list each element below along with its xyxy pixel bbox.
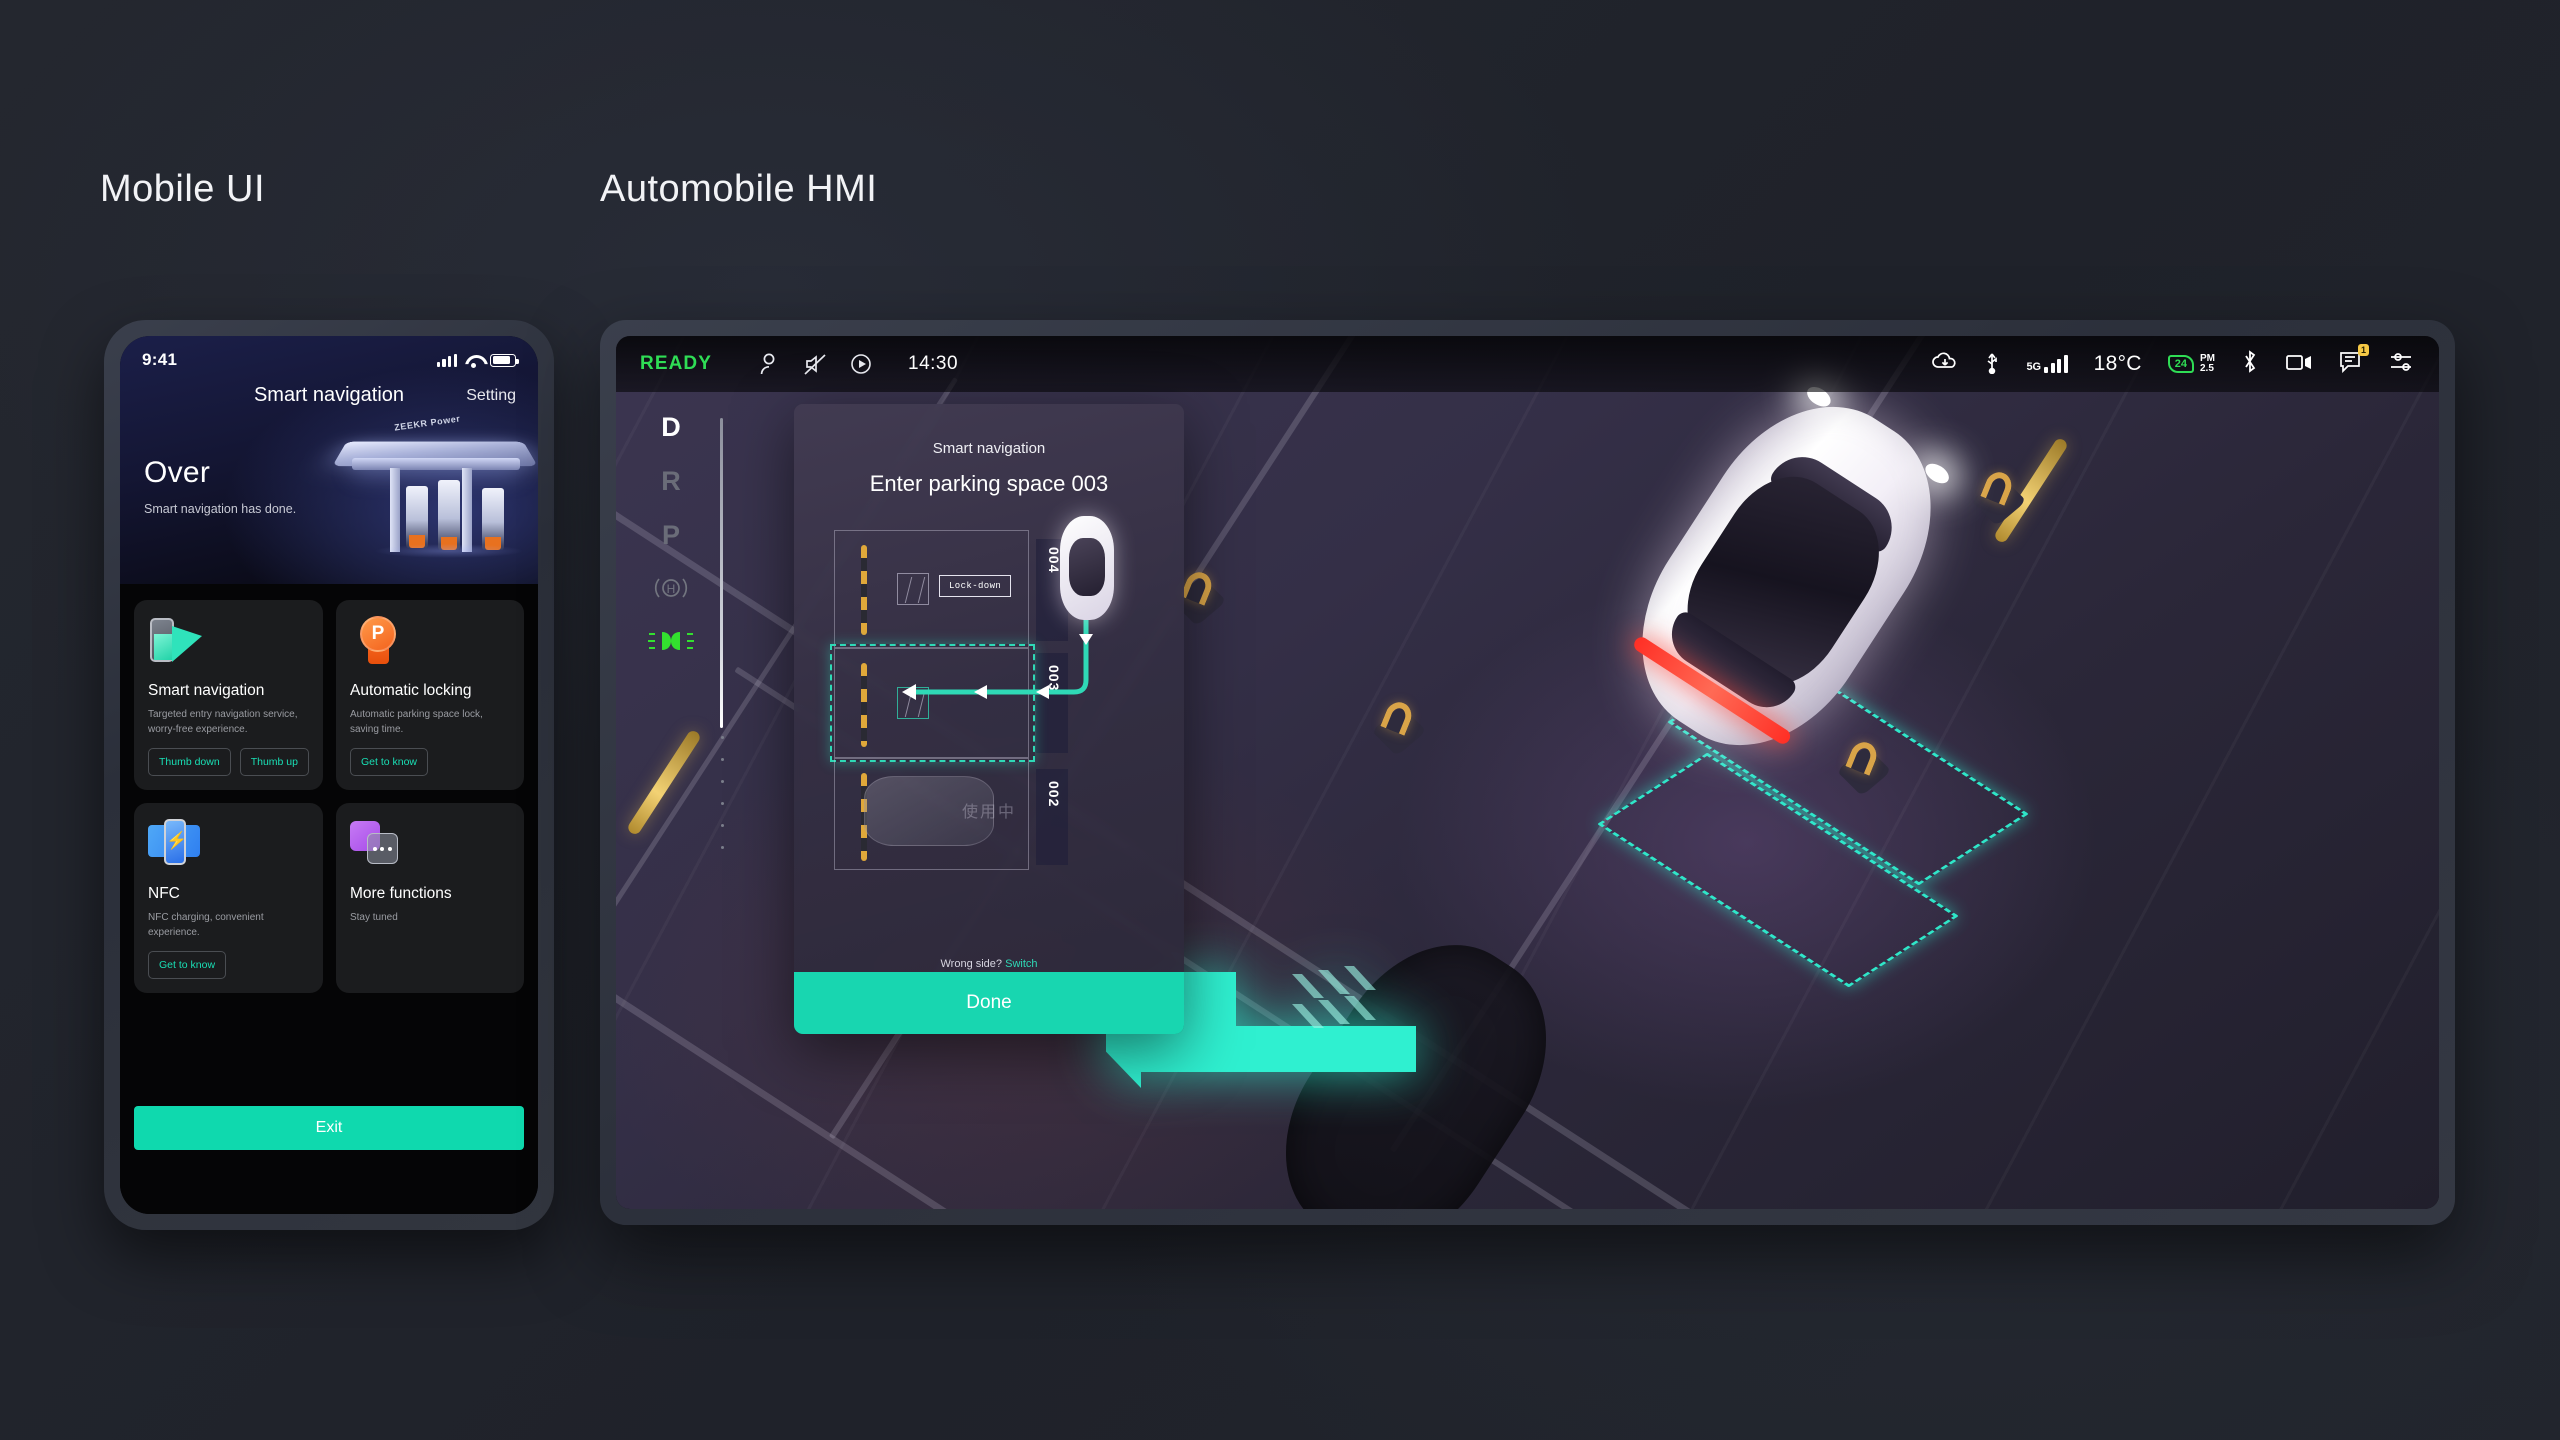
phone-device-frame: 9:41 Smart navigation Setting Over Smart… bbox=[104, 320, 554, 1230]
network-signal-icon: 5G bbox=[2026, 355, 2068, 373]
bluetooth-icon[interactable] bbox=[2241, 349, 2259, 380]
gear-p: P bbox=[661, 520, 680, 550]
parking-dialog: Smart navigation Enter parking space 003… bbox=[794, 404, 1184, 1034]
phone-status-icons bbox=[436, 353, 519, 368]
settings-sliders-icon[interactable] bbox=[2389, 350, 2415, 379]
slot-number: 003 bbox=[1046, 665, 1062, 692]
dashcam-icon[interactable] bbox=[2285, 352, 2313, 377]
phone-screen: 9:41 Smart navigation Setting Over Smart… bbox=[120, 336, 538, 1214]
more-functions-icon bbox=[349, 819, 408, 871]
dialog-title: Enter parking space 003 bbox=[869, 471, 1109, 496]
message-badge: 1 bbox=[2357, 343, 2369, 356]
card-actions: Thumb down Thumb up bbox=[148, 748, 309, 776]
card-automatic-locking[interactable]: P Automatic locking Automatic parking sp… bbox=[335, 600, 524, 790]
battery-icon bbox=[490, 353, 519, 367]
phone-clock: 9:41 bbox=[142, 350, 178, 369]
gear-indicator: D R P H bbox=[642, 412, 700, 654]
pm-label: PM 2.5 bbox=[2200, 352, 2215, 374]
hmi-clock: 14:30 bbox=[908, 353, 959, 374]
canvas: Mobile UI Automobile HMI 9:41 Smart navi… bbox=[0, 0, 2560, 1440]
cloud-download-icon[interactable] bbox=[1932, 351, 1958, 378]
air-quality-value: 24 bbox=[2167, 355, 2194, 373]
mobile-section-title: Mobile UI bbox=[100, 168, 265, 210]
get-to-know-button[interactable]: Get to know bbox=[349, 748, 429, 776]
lock-down-label: Lock-down bbox=[939, 575, 1012, 597]
card-actions: Get to know bbox=[148, 951, 309, 979]
get-to-know-button[interactable]: Get to know bbox=[148, 951, 227, 979]
hmi-screen: READY 14:30 5G 18°C 24 PM 2.5 1 D R P H … bbox=[616, 336, 2439, 1209]
card-title: Automatic locking bbox=[349, 682, 472, 699]
cellular-signal-icon bbox=[436, 353, 457, 367]
nfc-charging-icon bbox=[148, 819, 206, 871]
play-icon[interactable] bbox=[844, 347, 878, 381]
navigation-phone-icon bbox=[148, 616, 206, 668]
target-slot-highlight bbox=[830, 644, 1035, 762]
hero-subtitle: Smart navigation has done. bbox=[144, 502, 297, 516]
parking-badge-letter: P bbox=[359, 616, 396, 652]
speed-progress-dots bbox=[721, 736, 724, 849]
parking-slot-diagram: 004 Lock-down 003 002 使用中 bbox=[824, 516, 1154, 870]
temperature-readout: 18°C bbox=[2093, 352, 2142, 375]
occupied-label: 使用中 bbox=[961, 804, 1016, 821]
parking-lock-icon: P bbox=[350, 616, 408, 668]
message-icon[interactable]: 1 bbox=[2339, 343, 2369, 378]
card-more-functions[interactable]: More functions Stay tuned bbox=[335, 803, 524, 993]
card-description: NFC charging, convenient experience. bbox=[148, 912, 264, 938]
phone-status-bar: 9:41 bbox=[120, 336, 538, 370]
feature-card-grid: Smart navigation Targeted entry navigati… bbox=[134, 600, 524, 993]
dialog-subtitle: Smart navigation bbox=[932, 440, 1046, 457]
mute-icon[interactable] bbox=[798, 347, 832, 381]
charging-station-illustration: ZEEKR Power bbox=[332, 402, 538, 562]
parking-lock-barrier bbox=[1836, 738, 1892, 797]
profile-icon[interactable] bbox=[752, 347, 786, 381]
phone-content: Smart navigation Targeted entry navigati… bbox=[120, 584, 538, 1214]
dialog-header: Smart navigation Enter parking space 003 bbox=[794, 404, 1184, 497]
parking-lock-barrier bbox=[1371, 698, 1427, 757]
phone-hero-banner: 9:41 Smart navigation Setting Over Smart… bbox=[120, 336, 538, 584]
dialog-footer: Wrong side? Switch bbox=[794, 958, 1184, 970]
wifi-icon bbox=[465, 354, 482, 368]
slot-004[interactable]: 004 Lock-down bbox=[834, 530, 1068, 648]
card-actions: Get to know bbox=[349, 748, 510, 776]
station-brand-label: ZEEKR Power bbox=[393, 413, 461, 433]
ready-indicator: READY bbox=[640, 353, 713, 374]
card-title: Smart navigation bbox=[148, 682, 265, 699]
card-title: NFC bbox=[148, 885, 180, 902]
hero-heading: Over bbox=[144, 456, 211, 489]
parking-lock-barrier bbox=[1971, 468, 2027, 527]
usb-icon[interactable] bbox=[1984, 350, 2000, 379]
headlight-icon bbox=[642, 628, 700, 654]
network-label: 5G bbox=[2026, 361, 2042, 373]
thumb-up-button[interactable]: Thumb up bbox=[239, 748, 309, 776]
hmi-section-title: Automobile HMI bbox=[600, 168, 878, 210]
hmi-status-right: 5G 18°C 24 PM 2.5 1 bbox=[1932, 343, 2415, 380]
gear-d: D bbox=[661, 412, 681, 442]
svg-text:H: H bbox=[667, 582, 676, 596]
gear-r: R bbox=[661, 466, 681, 496]
ego-vehicle-marker bbox=[1060, 516, 1114, 620]
card-description: Targeted entry navigation service, worry… bbox=[148, 709, 298, 735]
card-description: Stay tuned bbox=[349, 912, 398, 923]
card-description: Automatic parking space lock, saving tim… bbox=[349, 709, 483, 735]
air-quality-indicator: 24 PM 2.5 bbox=[2167, 352, 2215, 375]
speed-progress-line bbox=[720, 418, 723, 728]
exit-button-wrap: Exit bbox=[134, 1106, 524, 1150]
handbrake-h-icon: H bbox=[642, 574, 700, 602]
hmi-device-frame: READY 14:30 5G 18°C 24 PM 2.5 1 D R P H … bbox=[600, 320, 2455, 1225]
hero-text-block: Over Smart navigation has done. bbox=[144, 456, 296, 516]
card-title: More functions bbox=[349, 885, 452, 902]
thumb-down-button[interactable]: Thumb down bbox=[148, 748, 231, 776]
card-nfc[interactable]: NFC NFC charging, convenient experience.… bbox=[134, 803, 323, 993]
hmi-status-bar: READY 14:30 5G 18°C 24 PM 2.5 1 bbox=[616, 336, 2439, 392]
wrong-side-text: Wrong side? bbox=[940, 958, 1003, 970]
card-smart-navigation[interactable]: Smart navigation Targeted entry navigati… bbox=[134, 600, 323, 790]
done-button[interactable]: Done bbox=[794, 972, 1184, 1034]
switch-link[interactable]: Switch bbox=[1005, 958, 1037, 970]
exit-button[interactable]: Exit bbox=[134, 1106, 524, 1150]
